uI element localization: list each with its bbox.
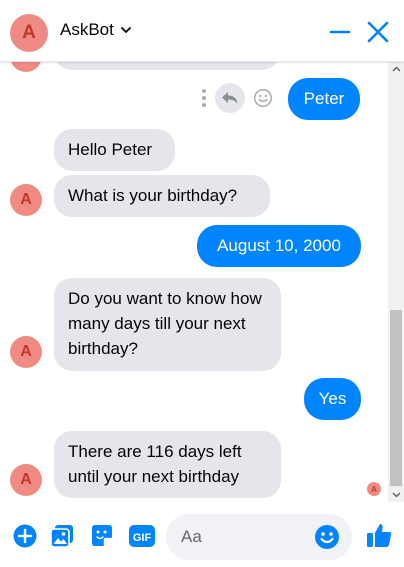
svg-text:GIF: GIF xyxy=(133,532,152,544)
chevron-down-icon xyxy=(120,27,131,33)
bot-message: There are 116 days left until your next … xyxy=(54,431,281,498)
react-emoji-icon[interactable] xyxy=(253,88,273,108)
scrollbar[interactable] xyxy=(388,62,404,502)
photo-icon[interactable] xyxy=(49,523,75,549)
scroll-up-icon[interactable] xyxy=(388,62,404,76)
user-message: Peter xyxy=(288,78,360,120)
bot-avatar: A xyxy=(10,464,42,496)
user-message: Yes xyxy=(304,378,361,420)
bot-avatar: A xyxy=(10,336,42,368)
message-input[interactable] xyxy=(181,527,311,547)
bot-message: What is your birthday? xyxy=(54,175,270,217)
gif-icon[interactable]: GIF xyxy=(128,523,156,549)
sticker-icon[interactable] xyxy=(89,523,115,549)
seen-avatar: A xyxy=(366,481,382,497)
chat-title: AskBot xyxy=(60,20,114,39)
reply-icon[interactable] xyxy=(215,83,245,113)
bot-avatar: A xyxy=(10,184,42,216)
chat-title-button[interactable]: AskBot xyxy=(60,20,132,40)
emoji-icon[interactable] xyxy=(314,524,340,550)
message-list: Peter Hello Peter What is your birthday?… xyxy=(0,62,388,502)
bot-message: Hello Peter xyxy=(54,129,175,171)
chat-header: A AskBot xyxy=(0,0,404,62)
bot-message: Do you want to know how many days till y… xyxy=(54,278,281,371)
close-icon[interactable] xyxy=(364,18,392,46)
minimize-icon[interactable] xyxy=(326,18,354,46)
like-icon[interactable] xyxy=(365,521,393,549)
scroll-thumb[interactable] xyxy=(390,310,402,486)
more-dots-icon[interactable] xyxy=(201,89,207,107)
bot-avatar xyxy=(10,62,42,72)
scrolled-message xyxy=(54,62,280,70)
message-input-container[interactable] xyxy=(166,514,352,560)
message-actions xyxy=(201,83,273,113)
user-message: August 10, 2000 xyxy=(197,225,361,267)
composer-bar: GIF xyxy=(0,502,404,567)
chat-avatar[interactable]: A xyxy=(10,14,48,52)
add-icon[interactable] xyxy=(12,523,38,549)
scroll-down-icon[interactable] xyxy=(388,488,404,502)
